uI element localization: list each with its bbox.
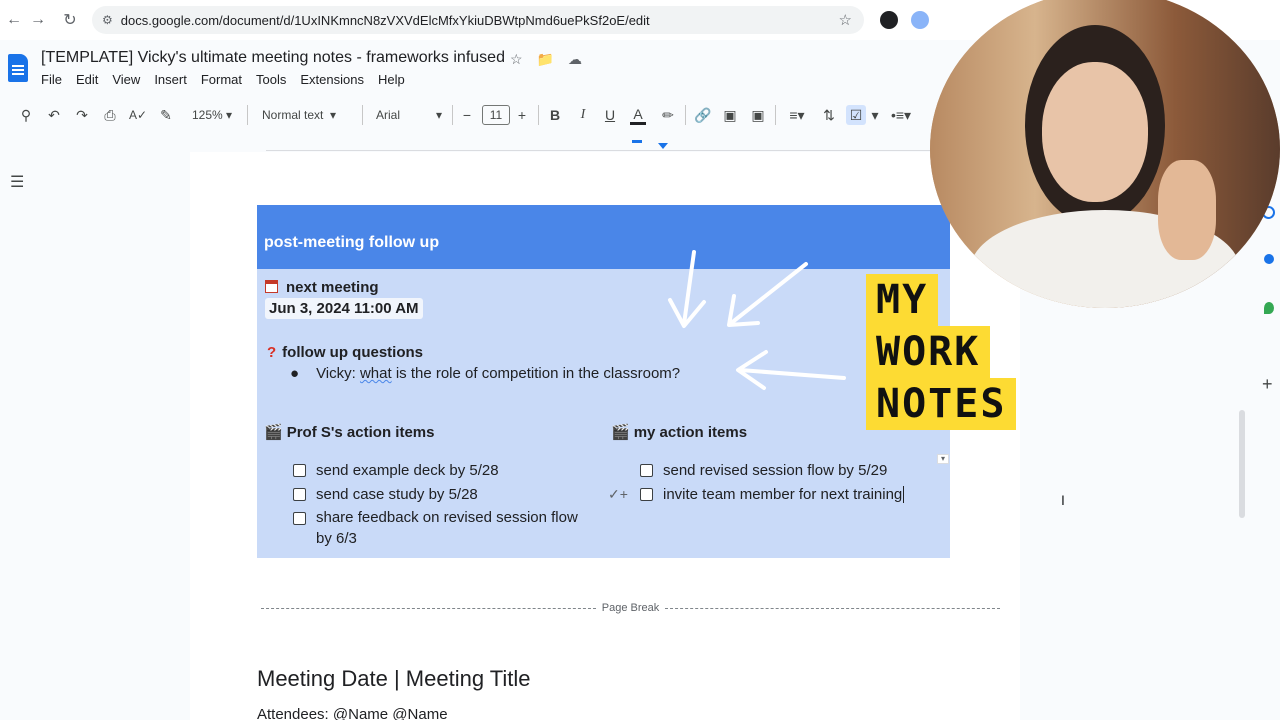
attendees-line[interactable]: Attendees: @Name @Name (257, 706, 448, 720)
text-cursor-icon: I (1061, 492, 1065, 508)
hand-shape (1158, 160, 1216, 260)
face-shape (1042, 62, 1148, 202)
add-addon-icon[interactable]: + (1262, 374, 1273, 395)
scrollbar-thumb[interactable] (1239, 410, 1245, 518)
page-break-line (261, 607, 596, 609)
meeting-heading[interactable]: Meeting Date | Meeting Title (257, 666, 531, 692)
arrow-shape (738, 368, 846, 380)
sticker-line: MY (866, 274, 939, 326)
screen: ← → ↻ ⚙ docs.google.com/document/d/1UxIN… (0, 0, 1280, 720)
webcam-overlay (930, 0, 1280, 308)
page-break-label: Page Break (601, 602, 660, 614)
sticker-line: NOTES (866, 378, 1017, 430)
page-break: Page Break (261, 600, 1001, 616)
page-break-line (665, 607, 1001, 609)
sticker-line: WORK (866, 326, 991, 378)
arrow-shape (728, 262, 808, 326)
